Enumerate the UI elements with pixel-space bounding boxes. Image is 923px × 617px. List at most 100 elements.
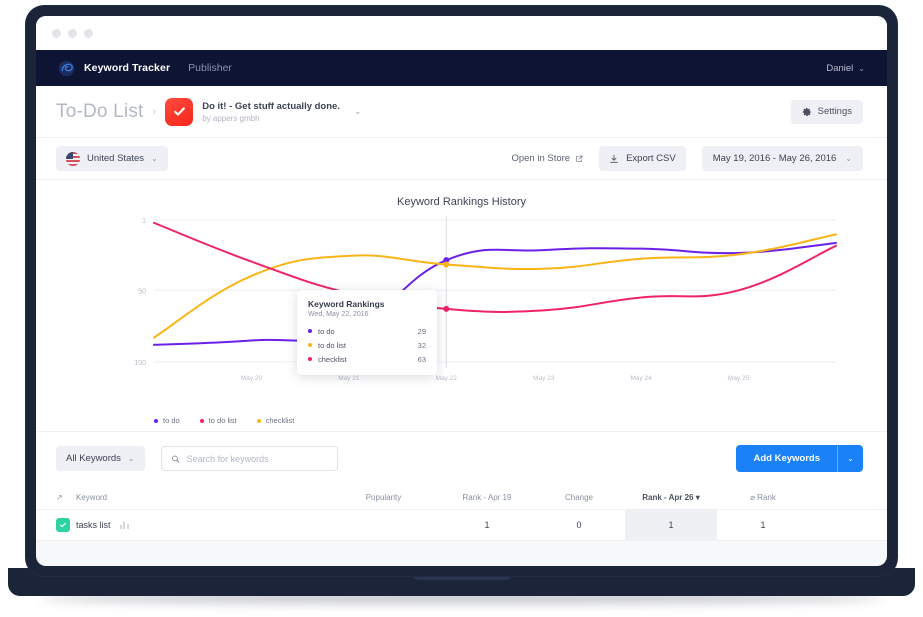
tooltip-row: checklist 63 [308, 352, 426, 366]
tooltip-series-label: checklist [318, 354, 347, 364]
window-minimize-dot[interactable] [68, 28, 77, 38]
app-icon [165, 97, 194, 126]
settings-button[interactable]: Settings [790, 99, 863, 124]
screen: Keyword Tracker Publisher Daniel ⌄ To-Do… [36, 16, 887, 566]
search-input[interactable] [186, 453, 328, 464]
keywords-table: ↗ Keyword Popularity Rank - Apr 19 Chang… [36, 485, 887, 541]
row-rank-prev: 1 [484, 520, 490, 530]
page-header: To-Do List › Do it! - Get stuff actually… [36, 86, 887, 138]
open-in-store-label: Open in Store [511, 153, 571, 164]
table-row[interactable]: tasks list 1 0 1 1 [36, 509, 887, 541]
legend-label: checklist [265, 416, 295, 425]
add-keywords-button[interactable]: Add Keywords [736, 445, 837, 472]
nav-user-name: Daniel [826, 62, 854, 74]
column-rank-current[interactable]: Rank - Apr 26 ▾ [625, 493, 717, 502]
tooltip-date: Wed, May 22, 2016 [308, 311, 369, 318]
row-avg-rank: 1 [760, 520, 766, 530]
legend-item[interactable]: checklist [256, 416, 295, 425]
tooltip-series-value: 29 [417, 326, 426, 336]
bar-chart-icon[interactable] [119, 521, 129, 529]
date-range-label: May 19, 2016 - May 26, 2016 [712, 153, 837, 164]
external-link-icon [576, 155, 583, 162]
table-header-row: ↗ Keyword Popularity Rank - Apr 19 Chang… [36, 485, 887, 509]
breadcrumb-separator: › [152, 105, 157, 118]
row-rank-current: 1 [625, 509, 717, 541]
row-checkbox[interactable] [56, 518, 70, 532]
row-keyword-label: tasks list [76, 520, 111, 530]
nav-link-publisher[interactable]: Publisher [188, 62, 232, 74]
column-change[interactable]: Change [533, 493, 625, 502]
tooltip-row: to do 29 [308, 324, 426, 338]
tooltip-rows: to do 29 to do list 32 checklist 63 [308, 324, 426, 366]
chart-area: 1 50 100 May 20 May 21 May 22 May 23 May 24 May … [36, 212, 887, 412]
column-popularity[interactable]: Popularity [326, 493, 441, 502]
country-selector[interactable]: United States ⌄ [56, 146, 168, 171]
add-keywords-dropdown-button[interactable]: ⌄ [837, 445, 863, 472]
svg-text:50: 50 [138, 288, 146, 295]
checkmark-icon [173, 107, 185, 116]
legend-label: to do list [208, 416, 237, 425]
row-select-cell [56, 518, 76, 532]
filter-bar: United States ⌄ Open in Store Export CSV… [36, 138, 887, 180]
column-rank-prev[interactable]: Rank - Apr 19 [441, 493, 533, 502]
country-label: United States [87, 153, 145, 164]
keyword-filter-dropdown[interactable]: All Keywords ⌄ [56, 446, 145, 471]
tooltip-color-dot [308, 343, 312, 347]
app-developer: by appers gmbh [202, 113, 260, 123]
svg-text:May 21: May 21 [338, 375, 360, 382]
row-change: 0 [576, 520, 582, 530]
keyword-filter-label: All Keywords [66, 453, 121, 464]
add-keywords-group: Add Keywords ⌄ [736, 445, 863, 472]
filter-bar-actions: Open in Store Export CSV May 19, 2016 - … [511, 146, 863, 171]
svg-text:May 22: May 22 [436, 375, 458, 382]
svg-text:1: 1 [142, 218, 146, 225]
legend-color-dot [256, 418, 261, 423]
app-navbar: Keyword Tracker Publisher Daniel ⌄ [36, 50, 887, 86]
export-csv-label: Export CSV [626, 153, 676, 164]
date-range-picker[interactable]: May 19, 2016 - May 26, 2016 ⌄ [701, 146, 863, 171]
brand[interactable]: Keyword Tracker [58, 60, 170, 77]
chevron-down-icon: ⌄ [847, 454, 854, 463]
window-maximize-dot[interactable] [84, 28, 93, 38]
legend-label: to do [163, 416, 180, 425]
nav-user-menu[interactable]: Daniel ⌄ [826, 63, 865, 74]
download-icon [610, 154, 618, 163]
search-box[interactable] [160, 446, 338, 471]
app-meta: Do it! - Get stuff actually done. by app… [202, 101, 340, 123]
rankings-line-chart[interactable]: 1 50 100 May 20 May 21 May 22 May 23 May 24 May … [36, 212, 887, 392]
tooltip-color-dot [308, 329, 312, 333]
tooltip-title: Keyword Rankings [308, 299, 385, 309]
legend-item[interactable]: to do list [199, 416, 237, 425]
column-avg-rank[interactable]: ⌀ Rank [717, 493, 809, 502]
tooltip-row: to do list 32 [308, 338, 426, 352]
legend-color-dot [199, 418, 204, 423]
svg-text:100: 100 [134, 360, 146, 367]
window-close-dot[interactable] [52, 28, 61, 38]
row-keyword-cell: tasks list [76, 520, 326, 530]
gear-icon [802, 107, 811, 116]
brand-name: Keyword Tracker [84, 62, 171, 74]
column-sort-icon[interactable]: ↗ [56, 493, 76, 502]
tooltip-series-label: to do [318, 326, 335, 336]
chevron-down-icon: ⌄ [151, 154, 158, 163]
svg-text:May 25: May 25 [728, 375, 750, 382]
search-icon [171, 455, 179, 463]
chevron-down-icon: ⌄ [127, 454, 135, 463]
app-title: Do it! - Get stuff actually done. [202, 100, 340, 112]
chevron-down-icon: ⌄ [845, 154, 852, 163]
svg-text:May 23: May 23 [533, 375, 555, 382]
chart-tooltip: Keyword Rankings Wed, May 22, 2016 to do… [297, 290, 437, 375]
tooltip-color-dot [308, 357, 312, 361]
export-csv-button[interactable]: Export CSV [599, 146, 686, 171]
chart-legend: to do to do list checklist [36, 416, 887, 425]
legend-color-dot [154, 418, 158, 423]
breadcrumb-root[interactable]: To-Do List [56, 101, 144, 123]
column-keyword[interactable]: Keyword [76, 493, 326, 502]
app-switcher-chevron-down-icon[interactable]: ⌄ [354, 106, 362, 117]
chart-card: Keyword Rankings History 1 50 100 May 20 May… [36, 180, 887, 432]
tooltip-series-label: to do list [318, 340, 346, 350]
open-in-store-link[interactable]: Open in Store [511, 153, 583, 164]
device-bezel: Keyword Tracker Publisher Daniel ⌄ To-Do… [26, 6, 897, 576]
chart-title: Keyword Rankings History [397, 196, 526, 208]
legend-item[interactable]: to do [154, 416, 180, 425]
